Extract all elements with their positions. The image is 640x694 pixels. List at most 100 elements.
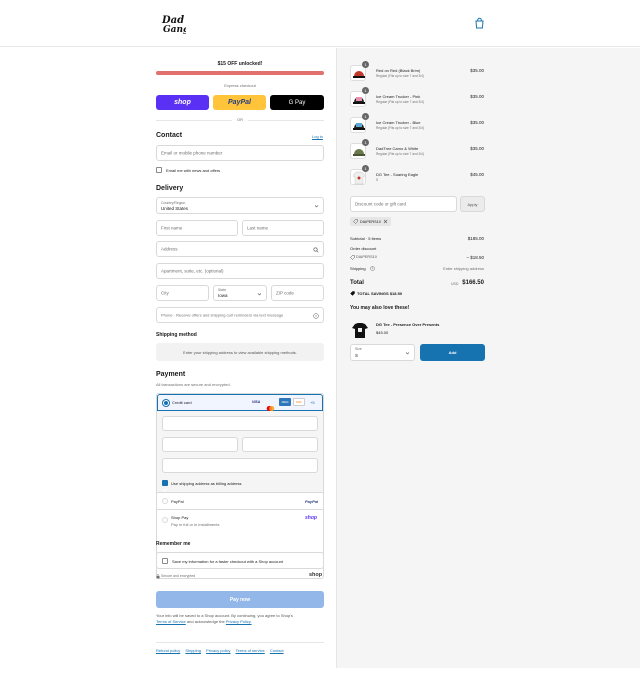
paypal-button[interactable]: PayPal — [213, 95, 266, 110]
help-icon[interactable]: ? — [370, 266, 375, 271]
country-value: United States — [161, 206, 189, 211]
legal-and: and acknowledge the — [186, 619, 225, 624]
size-select[interactable]: Size S — [350, 344, 415, 361]
credit-card-radio[interactable] — [163, 400, 169, 406]
lock-icon — [156, 574, 160, 579]
visa-icon: VISA — [252, 400, 261, 404]
card-form: Use shipping address as billing address — [157, 411, 323, 492]
email-field[interactable]: Email or mobile phone number — [156, 145, 324, 161]
shop-pay-logo-small: shop — [305, 515, 317, 521]
shop-pay-label: Shop Pay — [171, 515, 189, 520]
total-savings: TOTAL SAVINGS $18.50 — [357, 291, 403, 296]
privacy-link[interactable]: Privacy Policy. — [226, 619, 252, 624]
discount-tag: DIAPERS10 — [350, 217, 391, 226]
tag-icon — [353, 219, 358, 224]
last-name-field[interactable]: Last name — [242, 220, 324, 236]
help-icon[interactable]: ? — [313, 313, 319, 319]
item-price: $45.00 — [470, 172, 484, 177]
google-pay-logo: G Pay — [288, 99, 306, 106]
shop-pay-button[interactable]: shop — [156, 95, 209, 110]
remember-box: Save my information for a faster checkou… — [156, 552, 324, 569]
pay-now-label: Pay now — [229, 596, 251, 603]
security-code-field[interactable] — [242, 437, 318, 452]
legal-text: Your info will be saved to a Shop accoun… — [156, 613, 324, 625]
item-variant: Regular (Fits up to size 7 and 3/4) — [376, 74, 425, 78]
footer-terms-link[interactable]: Terms of service — [236, 648, 265, 653]
zip-field[interactable]: ZIP code — [271, 285, 324, 301]
paypal-option[interactable]: PayPal PayPal — [157, 492, 323, 509]
news-checkbox[interactable] — [156, 167, 162, 173]
remember-title: Remember me — [156, 541, 191, 547]
shop-pay-radio[interactable] — [162, 517, 168, 523]
country-select[interactable]: Country/Region United States — [156, 197, 324, 214]
card-number-field[interactable] — [162, 416, 318, 431]
cap-icon — [353, 149, 365, 156]
cart-item: 1 Red on Red (Black Brim) Regular (Fits … — [350, 61, 486, 83]
delivery-title: Delivery — [156, 185, 184, 192]
footer-contact-link[interactable]: Contact — [270, 648, 284, 653]
item-price: $35.00 — [470, 68, 484, 73]
amex-icon: AMEX — [279, 398, 291, 406]
google-pay-button[interactable]: G Pay — [270, 95, 324, 110]
shipping-method-note: Enter your shipping address to view avai… — [183, 350, 297, 355]
login-link[interactable]: Log in — [312, 134, 323, 139]
item-price: $35.00 — [470, 120, 484, 125]
footer-privacy-link[interactable]: Privacy policy — [206, 648, 230, 653]
apply-label: Apply — [467, 201, 478, 207]
apply-button[interactable]: Apply — [460, 196, 485, 212]
dadgang-logo[interactable]: Dad Gang — [160, 12, 186, 34]
quantity-badge: 1 — [362, 61, 369, 68]
search-icon — [313, 247, 319, 253]
paypal-logo-small: PayPal — [305, 499, 319, 504]
credit-card-option[interactable]: Credit card VISA AMEX DISC +5 — [157, 394, 323, 412]
cart-item: 1 Ice Cream Trucker - Blue Regular (Fits… — [350, 113, 486, 135]
state-select[interactable]: State Iowa — [213, 285, 267, 301]
address-field[interactable]: Address — [156, 241, 324, 257]
mastercard-icon — [266, 399, 275, 412]
close-icon[interactable] — [383, 219, 388, 224]
upsell-name: DG Tee - Presence Over Presents — [376, 322, 440, 327]
item-variant: Regular (Fits up to size 7 and 3/4) — [376, 126, 425, 130]
item-price: $35.00 — [470, 94, 484, 99]
divider-left — [156, 120, 232, 121]
billing-checkbox[interactable] — [162, 480, 168, 492]
divider-right — [248, 120, 324, 121]
apartment-field[interactable]: Apartment, suite, etc. (optional) — [156, 263, 324, 279]
total-value: $166.50 — [462, 280, 484, 286]
cap-icon — [353, 97, 365, 104]
shop-pay-sub: Pay in full or in installments — [171, 522, 220, 527]
news-label: Email me with news and offers — [166, 168, 221, 173]
first-name-field[interactable]: First name — [156, 220, 238, 236]
city-placeholder: City — [161, 290, 169, 296]
order-discount-label: Order discount — [350, 246, 377, 251]
tshirt-icon — [352, 323, 368, 338]
pay-now-button[interactable]: Pay now — [156, 591, 324, 608]
name-on-card-field[interactable] — [162, 458, 318, 473]
item-name: Ice Cream Trucker - Pink — [376, 94, 421, 99]
apartment-placeholder: Apartment, suite, etc. (optional) — [161, 268, 224, 274]
footer-divider — [156, 642, 324, 643]
checkout-form: $15 OFF unlocked! Express checkout shop … — [0, 48, 336, 668]
save-info-checkbox[interactable] — [162, 558, 168, 564]
phone-field[interactable]: Phone · Receive offers and shipping cart… — [156, 307, 324, 323]
item-name: Red on Red (Black Brim) — [376, 68, 421, 73]
paypal-radio[interactable] — [162, 498, 168, 504]
item-price: $35.00 — [470, 146, 484, 151]
shop-pay-option[interactable]: Shop Pay Pay in full or in installments … — [157, 509, 323, 531]
shipping-label: Shipping — [350, 266, 366, 271]
size-label: Size — [355, 347, 362, 351]
city-field[interactable]: City — [156, 285, 209, 301]
discount-code-field[interactable]: Discount code or gift card — [350, 196, 457, 212]
shop-pay-logo: shop — [174, 99, 191, 106]
svg-text:Gang: Gang — [163, 25, 186, 34]
discount-progress-bar — [156, 71, 324, 75]
footer-refund-link[interactable]: Refund policy — [156, 648, 180, 653]
bag-icon[interactable] — [473, 17, 486, 30]
terms-link[interactable]: Terms of Service — [156, 619, 186, 624]
cart-item: 1 Ice Cream Trucker - Pink Regular (Fits… — [350, 87, 486, 109]
header: Dad Gang — [0, 0, 640, 47]
footer-shipping-link[interactable]: Shipping — [185, 648, 201, 653]
add-button[interactable]: Add — [420, 344, 485, 361]
expiration-field[interactable] — [162, 437, 238, 452]
or-separator: OR — [237, 117, 243, 122]
